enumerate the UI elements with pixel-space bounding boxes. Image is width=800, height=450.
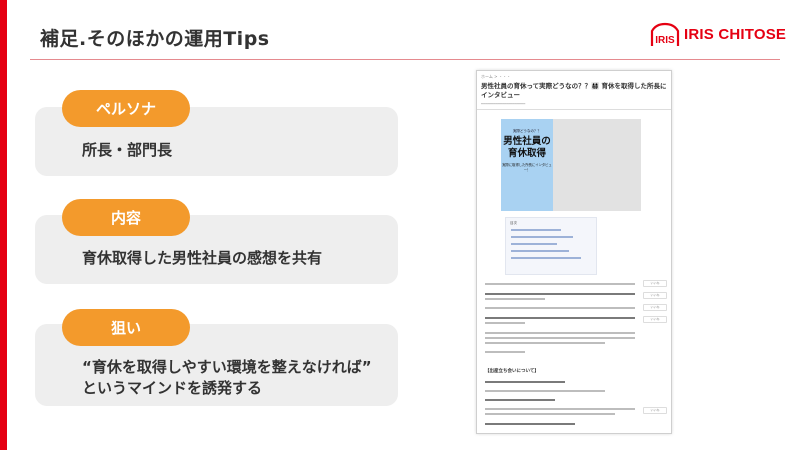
body-text-line [485,322,525,324]
body-text-line [485,283,635,285]
svg-text:IRIS: IRIS [655,35,675,46]
body-text-line [485,423,575,425]
share-button[interactable]: いいね [643,280,667,287]
body-text-line [485,298,545,300]
iris-logo-icon: IRIS [650,22,680,46]
article-screenshot: ホーム > ・・・ 男性社員の育休って実際どうなの？？👨‍👩‍👧‍👦 育休を取得… [476,70,672,434]
body-text-line [485,332,635,334]
breadcrumb: ホーム > ・・・ [481,74,511,79]
toc-item[interactable] [511,236,573,238]
body-text-line [485,408,635,410]
hero-small-text: 実際どうなの？？ [513,129,541,133]
persona-text: 所長・部門長 [82,141,173,159]
share-button[interactable]: いいね [643,407,667,414]
persona-label-pill: ペルソナ [62,90,190,127]
content-text: 育休取得した男性社員の感想を共有 [82,249,323,267]
logo-text: IRIS CHITOSE [684,26,787,43]
share-button[interactable]: いいね [643,304,667,311]
hero-big-text: 男性社員の育休取得 [503,136,551,159]
body-text-line [485,399,555,401]
section-heading: 【出産立ち会いについて】 [485,369,539,374]
body-text-line [485,351,525,353]
hero-image: 実際どうなの？？ 男性社員の育休取得 実際に取得した所長にインタビュー！ [501,119,553,211]
aim-text-line-2: というマインドを誘発する [82,379,263,397]
share-button[interactable]: いいね [643,292,667,299]
aim-label-pill: 狙い [62,309,190,346]
page-title: 補足.そのほかの運用Tips [40,28,270,50]
body-text-line [485,317,635,319]
aim-text-line-1: “育休を取得しやすい環境を整えなければ” [82,358,372,376]
table-of-contents: 目次 [505,217,597,275]
body-text-line [485,307,635,309]
hero-sub-text: 実際に取得した所長にインタビュー！ [502,163,552,172]
toc-item[interactable] [511,243,557,245]
body-text-line [485,342,605,344]
article-meta: ━━━━━━━━━━━━━━━━━━━━━ [481,102,526,106]
body-text-line [485,413,615,415]
share-button[interactable]: いいね [643,316,667,323]
body-text-line [485,337,635,339]
header-divider [30,59,780,60]
company-logo: IRIS IRIS CHITOSE [650,22,790,48]
accent-side-bar [0,0,7,450]
toc-item[interactable] [511,257,581,259]
body-text-line [485,390,605,392]
toc-item[interactable] [511,229,561,231]
body-text-line [485,293,635,295]
body-text-line [485,381,565,383]
toc-item[interactable] [511,250,569,252]
content-label-pill: 内容 [62,199,190,236]
title-divider [477,109,671,110]
toc-heading: 目次 [510,221,517,225]
article-title: 男性社員の育休って実際どうなの？？👨‍👩‍👧‍👦 育休を取得した所長にインタビュ… [481,82,667,99]
